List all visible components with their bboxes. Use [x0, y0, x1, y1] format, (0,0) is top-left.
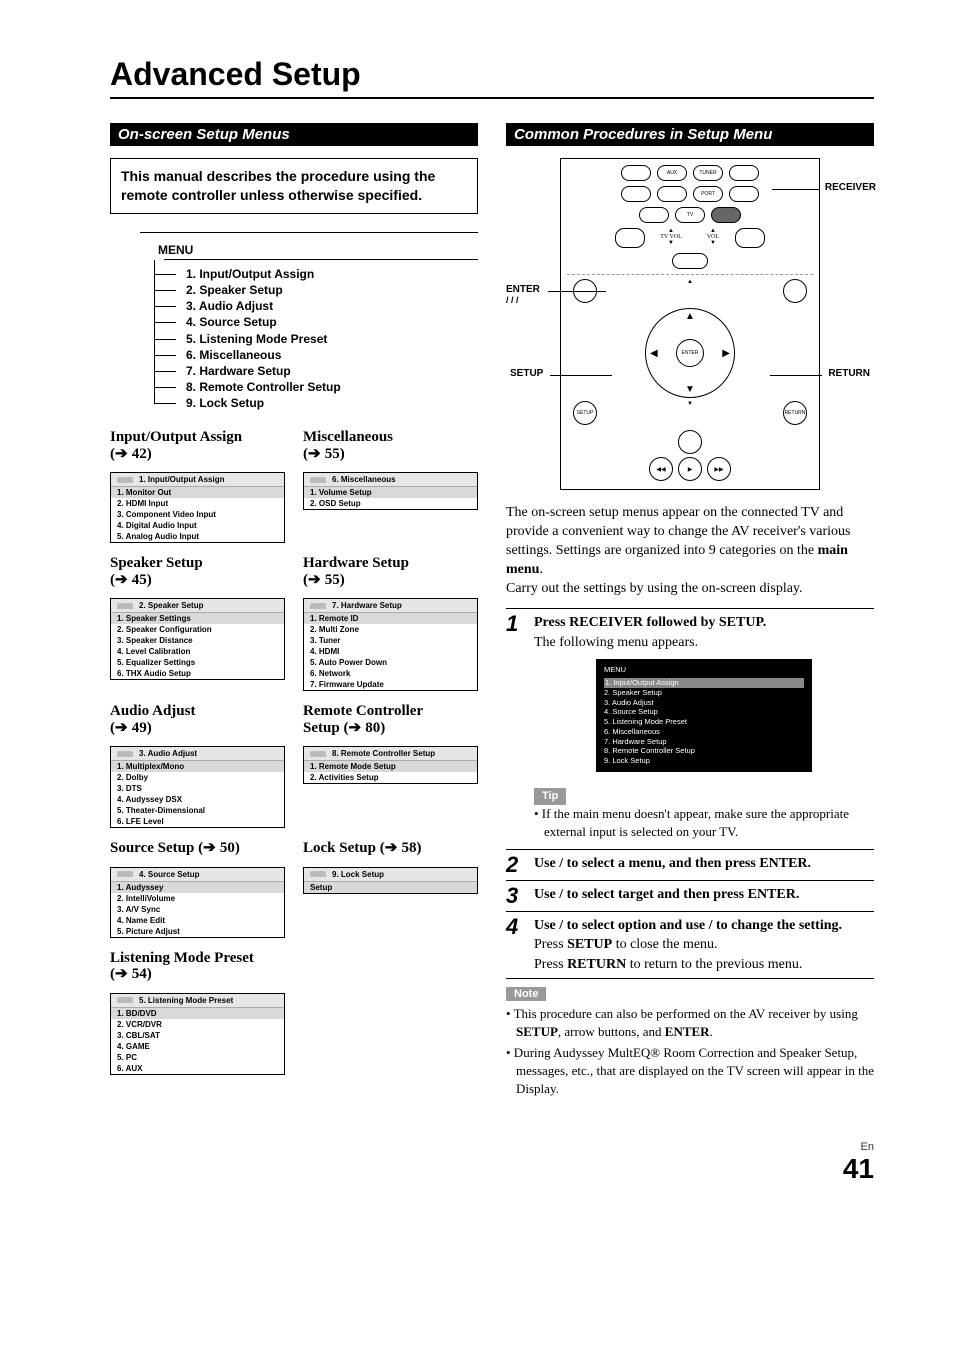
label-enter: ENTER/ / /: [506, 284, 540, 306]
tip-label: Tip: [534, 788, 566, 805]
steps: 1 Press RECEIVER followed by SETUP. The …: [506, 608, 874, 979]
label-setup: SETUP: [510, 368, 543, 379]
note-2: • During Audyssey MultEQ® Room Correctio…: [516, 1044, 874, 1097]
box-lock: 9. Lock SetupSetup: [303, 867, 478, 894]
page-title: Advanced Setup: [110, 56, 874, 93]
box-hardware: 7. Hardware Setup1. Remote ID2. Multi Zo…: [303, 598, 478, 691]
box-audio: 3. Audio Adjust1. Multiplex/Mono2. Dolby…: [110, 746, 285, 828]
note-1: • This procedure can also be performed o…: [516, 1005, 874, 1040]
block-listening: Listening Mode Preset(➔ 54): [110, 950, 285, 983]
box-listening: 5. Listening Mode Preset1. BD/DVD2. VCR/…: [110, 993, 285, 1075]
label-receiver: RECEIVER: [825, 182, 876, 193]
block-source: Source Setup (➔ 50): [110, 840, 285, 857]
mini-menu-screen: MENU 1. Input/Output Assign 2. Speaker S…: [596, 659, 812, 772]
intro-paragraph: The on-screen setup menus appear on the …: [506, 504, 874, 598]
box-io: 1. Input/Output Assign1. Monitor Out2. H…: [110, 472, 285, 543]
note-label: Note: [506, 987, 546, 1001]
box-speaker: 2. Speaker Setup1. Speaker Settings2. Sp…: [110, 598, 285, 680]
block-lock: Lock Setup (➔ 58): [303, 840, 478, 857]
block-remote: Remote ControllerSetup (➔ 80): [303, 703, 478, 736]
section-common: Common Procedures in Setup Menu: [506, 123, 874, 146]
remote-diagram: RECEIVER ENTER/ / / SETUP RETURN AUXTUNE…: [506, 158, 874, 490]
intro-box: This manual describes the procedure usin…: [110, 158, 478, 214]
block-audio: Audio Adjust(➔ 49): [110, 703, 285, 736]
box-source: 4. Source Setup1. Audyssey2. IntelliVolu…: [110, 867, 285, 938]
block-hardware: Hardware Setup(➔ 55): [303, 555, 478, 588]
box-misc: 6. Miscellaneous1. Volume Setup2. OSD Se…: [303, 472, 478, 510]
title-rule: [110, 97, 874, 99]
box-remote: 8. Remote Controller Setup1. Remote Mode…: [303, 746, 478, 784]
block-speaker: Speaker Setup(➔ 45): [110, 555, 285, 588]
label-return: RETURN: [828, 368, 870, 379]
block-misc: Miscellaneous(➔ 55): [303, 429, 478, 462]
main-menu-tree: MENU 1. Input/Output Assign 2. Speaker S…: [140, 232, 478, 412]
section-onscreen: On-screen Setup Menus: [110, 123, 478, 146]
block-io: Input/Output Assign(➔ 42): [110, 429, 285, 462]
page-footer: En 41: [110, 1141, 874, 1185]
